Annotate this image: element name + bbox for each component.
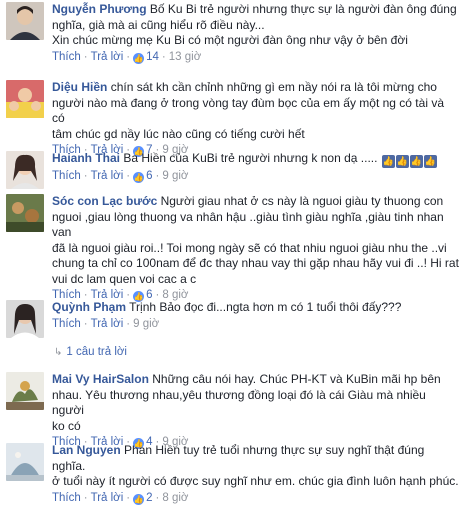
comment-text: đã là nguoi giàu roi..! Toi mong ngày sẽ… — [52, 240, 447, 255]
timestamp[interactable]: 9 giờ — [162, 170, 188, 182]
comment-text: tâm chúc gd nầy lúc nào cũng có tiếng cư… — [52, 126, 305, 141]
comment-text: người nào mà đang ở trong vòng tay đùm b… — [52, 95, 444, 126]
comment-text: nghĩa, già mà ai cũng hiểu rõ điều này..… — [52, 17, 265, 32]
thumbs-up-icon: 👍 — [423, 155, 437, 168]
comment-text: Trịnh Bảo đọc đi...ngta hơn m có 1 tuổi … — [129, 300, 402, 314]
reply-link[interactable]: Trả lời — [91, 492, 124, 504]
comment-author[interactable]: Lan Nguyen — [52, 443, 121, 457]
comment-author[interactable]: Mai Vy HairSalon — [52, 372, 149, 386]
thumbs-up-icon: 👍 — [409, 155, 423, 168]
comment-text: nhau. Yêu thương nhau,yêu thương đồng lo… — [52, 387, 426, 418]
comment-text: ở tuổi này ít người có được suy nghĩ như… — [52, 474, 459, 488]
avatar[interactable] — [6, 372, 44, 410]
like-icon: 👍 — [133, 493, 145, 505]
timestamp[interactable]: 8 giờ — [162, 492, 188, 504]
like-count[interactable]: 2 — [146, 492, 152, 504]
like-icon: 👍 — [133, 172, 145, 183]
comment-text: Người giau nhat ở cs này là nguoi giàu t… — [160, 194, 444, 208]
comment-text: nguoi ,giau lòng thuong va nhân hậu ..gi… — [52, 209, 444, 240]
comment-text: Bố Ku Bi trẻ người nhưng thực sự là ngườ… — [149, 2, 457, 16]
comment-author[interactable]: Quỳnh Phạm — [52, 300, 126, 314]
avatar[interactable] — [6, 443, 44, 481]
like-count[interactable]: 6 — [146, 170, 152, 182]
avatar[interactable] — [6, 2, 44, 40]
reply-arrow-icon: ↳ — [54, 347, 63, 358]
like-link[interactable]: Thích — [52, 51, 81, 63]
like-link[interactable]: Thích — [52, 318, 81, 330]
reply-link[interactable]: Trả lời — [91, 51, 124, 63]
comment-author[interactable]: Nguyễn Phương — [52, 2, 147, 16]
timestamp[interactable]: 13 giờ — [169, 51, 201, 63]
comment-text: Những câu nói hay. Chúc PH-KT và KuBin m… — [152, 372, 441, 386]
like-icon: 👍 — [133, 52, 145, 64]
view-replies-label[interactable]: 1 câu trả lời — [66, 346, 127, 358]
comment-author[interactable]: Sóc con Lạc bước — [52, 194, 157, 208]
comment-thread: Nguyễn Phương Bố Ku Bi trẻ người nhưng t… — [0, 0, 467, 505]
avatar[interactable] — [6, 80, 44, 118]
comment-author[interactable]: Diệu Hiền — [52, 80, 107, 94]
thumbs-up-icon: 👍 — [381, 155, 395, 168]
timestamp[interactable]: 9 giờ — [133, 318, 159, 330]
avatar[interactable] — [6, 300, 44, 338]
avatar[interactable] — [6, 151, 44, 189]
thumbs-up-icon: 👍 — [395, 155, 409, 168]
avatar[interactable] — [6, 194, 44, 232]
comment-text: Xin chúc mừng mẹ Ku Bi có một người đàn … — [52, 33, 408, 47]
view-replies-link[interactable]: ↳ 1 câu trả lời — [54, 346, 127, 358]
comment-text: chung ta chỉ co 100nam để đc thay nhau v… — [52, 256, 459, 270]
like-link[interactable]: Thích — [52, 492, 81, 504]
comment-text: vui dc lam quen voi cac a c — [52, 271, 197, 286]
comment-text: Ba Hiền của KuBi trẻ người nhưng k non d… — [123, 151, 378, 165]
like-count[interactable]: 14 — [146, 51, 159, 63]
like-link[interactable]: Thích — [52, 170, 81, 182]
comment-text: ko có — [52, 418, 81, 433]
comment-text: chín sát kh cần chỉnh những gì em nầy nó… — [110, 80, 437, 94]
comment-author[interactable]: Haianh Thai — [52, 151, 120, 165]
reply-link[interactable]: Trả lời — [91, 318, 124, 330]
reply-link[interactable]: Trả lời — [91, 170, 124, 182]
